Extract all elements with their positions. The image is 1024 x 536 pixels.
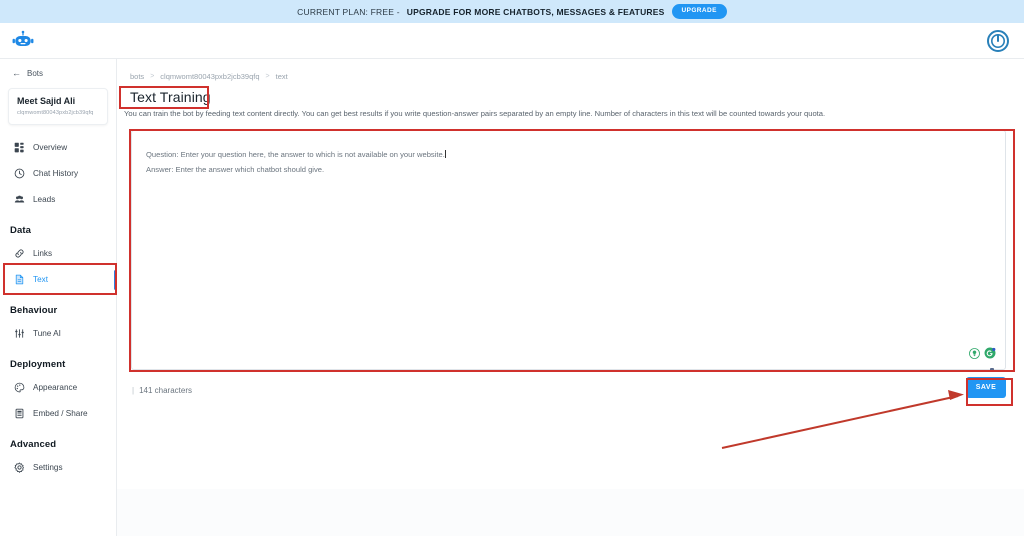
sidebar-item-label: Embed / Share [33, 409, 88, 419]
main-content: bots > clqmwomt80043pxb2jcb39qfq > text … [117, 59, 1024, 536]
sidebar: ← Bots Meet Sajid Ali clqmwomt80043pxb2j… [0, 59, 117, 536]
grammarly-lightbulb-icon[interactable] [969, 346, 980, 364]
sidebar-item-label: Tune AI [33, 329, 61, 339]
back-to-bots-label: Bots [27, 69, 44, 78]
bot-name: Meet Sajid Ali [17, 96, 76, 106]
upgrade-button[interactable]: UPGRADE [671, 4, 727, 19]
grid-icon [13, 142, 25, 154]
robot-logo-icon[interactable] [12, 30, 34, 52]
app-header [0, 23, 1024, 59]
sidebar-item-label: Text [33, 275, 49, 285]
file-text-icon [13, 274, 25, 286]
sidebar-item-leads[interactable]: Leads [0, 187, 116, 213]
sidebar-item-links[interactable]: Links [0, 241, 116, 267]
sidebar-item-label: Links [33, 249, 53, 259]
arrow-left-icon: ← [12, 68, 21, 78]
embed-icon [13, 408, 25, 420]
power-icon[interactable] [986, 29, 1010, 53]
back-to-bots-link[interactable]: ← Bots [0, 65, 116, 82]
page-footer-background [117, 489, 1024, 536]
clock-icon [13, 168, 25, 180]
sidebar-item-label: Overview [33, 143, 68, 153]
promo-banner: CURRENT PLAN: FREE - UPGRADE FOR MORE CH… [0, 0, 1024, 23]
sidebar-item-text[interactable]: Text [0, 267, 117, 293]
textarea-line-1: Question: Enter your question here, the … [146, 147, 991, 162]
people-icon [13, 194, 25, 206]
bot-card[interactable]: Meet Sajid Ali clqmwomt80043pxb2jcb39qfq [8, 88, 108, 125]
sidebar-item-label: Leads [33, 195, 56, 205]
link-icon [13, 248, 25, 260]
textarea-line-1-text: Question: Enter your question here, the … [146, 150, 445, 159]
gear-icon [13, 462, 25, 474]
character-count: | 141 characters [132, 386, 192, 395]
breadcrumb-separator: > [150, 73, 155, 80]
sidebar-section-deployment: Deployment [10, 358, 66, 370]
character-count-prefix: | [132, 386, 135, 395]
page-title: Text Training [130, 89, 211, 105]
extension-badge-dot [990, 368, 994, 372]
text-caret [444, 150, 446, 158]
grammarly-icon[interactable] [984, 346, 996, 364]
sidebar-item-settings[interactable]: Settings [0, 455, 116, 481]
bot-id: clqmwomt80043pxb2jcb39qfq [17, 109, 94, 116]
training-text-input[interactable]: Question: Enter your question here, the … [131, 130, 1006, 370]
breadcrumb-separator: > [265, 73, 270, 80]
character-count-value: 141 characters [139, 386, 192, 395]
breadcrumb: bots > clqmwomt80043pxb2jcb39qfq > text [130, 72, 288, 81]
breadcrumb-item-bot-id[interactable]: clqmwomt80043pxb2jcb39qfq [160, 72, 259, 81]
browser-extension-icons [969, 346, 996, 372]
sidebar-item-label: Appearance [33, 383, 78, 393]
sidebar-item-tune-ai[interactable]: Tune AI [0, 321, 116, 347]
training-text-area-wrapper: Question: Enter your question here, the … [131, 130, 1006, 372]
sidebar-section-behaviour: Behaviour [10, 304, 58, 316]
nav-primary: Overview Chat History Leads Data Links T… [0, 135, 117, 481]
palette-icon [13, 382, 25, 394]
breadcrumb-item-bots[interactable]: bots [130, 72, 144, 81]
promo-strong-text: UPGRADE FOR MORE CHATBOTS, MESSAGES & FE… [406, 6, 665, 17]
sidebar-item-label: Settings [33, 463, 63, 473]
page-description: You can train the bot by feeding text co… [124, 109, 826, 118]
sidebar-section-advanced: Advanced [10, 438, 57, 450]
promo-plain-text: CURRENT PLAN: FREE - [297, 6, 400, 17]
sidebar-item-label: Chat History [33, 169, 79, 179]
sidebar-item-embed-share[interactable]: Embed / Share [0, 401, 116, 427]
sidebar-item-appearance[interactable]: Appearance [0, 375, 116, 401]
app-root: CURRENT PLAN: FREE - UPGRADE FOR MORE CH… [0, 0, 1024, 536]
sidebar-item-chat-history[interactable]: Chat History [0, 161, 116, 187]
save-button[interactable]: SAVE [966, 377, 1006, 398]
sidebar-section-data: Data [10, 224, 31, 236]
sliders-icon [13, 328, 25, 340]
breadcrumb-item-text[interactable]: text [276, 72, 288, 81]
sidebar-item-overview[interactable]: Overview [0, 135, 116, 161]
textarea-line-2: Answer: Enter the answer which chatbot s… [146, 165, 325, 175]
